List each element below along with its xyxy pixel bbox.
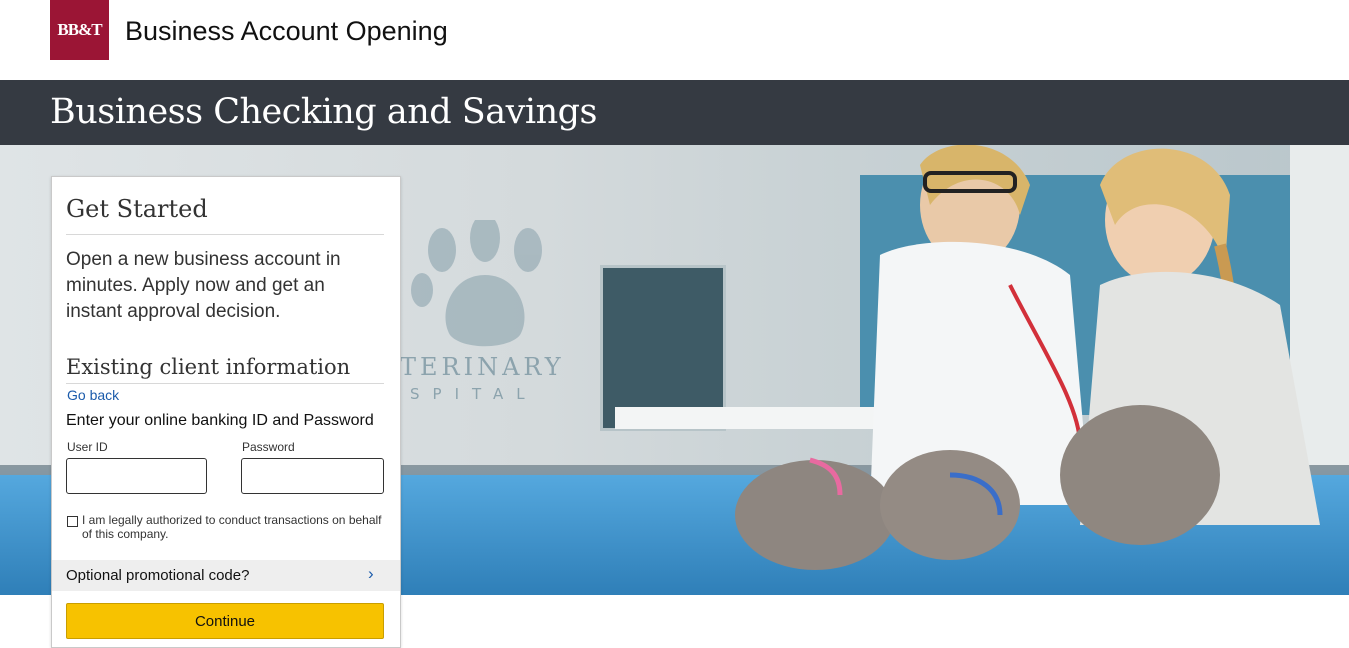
authorization-label[interactable]: I am legally authorized to conduct trans… <box>82 513 382 541</box>
section-divider <box>66 383 384 384</box>
bbt-logo[interactable]: BB&T <box>50 0 109 60</box>
promo-code-label: Optional promotional code? <box>66 567 250 584</box>
page-title: Business Checking and Savings <box>50 92 598 132</box>
hospital-sign-subtext: SPITAL <box>410 385 538 403</box>
password-label: Password <box>242 440 295 454</box>
login-instructions: Enter your online banking ID and Passwor… <box>66 412 374 429</box>
continue-button[interactable]: Continue <box>66 603 384 639</box>
paw-print-icon <box>411 220 542 347</box>
app-title: Business Account Opening <box>125 16 448 46</box>
user-id-input[interactable] <box>66 458 207 494</box>
card-title: Get Started <box>66 195 208 223</box>
top-header: BB&T Business Account Opening <box>0 0 1349 80</box>
card-description: Open a new business account in minutes. … <box>66 249 341 322</box>
card-divider <box>66 234 384 235</box>
chevron-right-icon: › <box>368 564 374 583</box>
vet-and-puppies-photo <box>735 145 1320 570</box>
password-input[interactable] <box>241 458 384 494</box>
user-id-label: User ID <box>67 440 108 454</box>
page-banner: Business Checking and Savings <box>0 80 1349 145</box>
logo-text: BB&T <box>57 20 102 39</box>
get-started-card: Get Started Open a new business account … <box>51 176 401 648</box>
hospital-sign-text: TERINARY <box>400 353 565 381</box>
go-back-link[interactable]: Go back <box>67 387 119 403</box>
promo-code-toggle[interactable]: Optional promotional code? › <box>52 560 400 591</box>
authorization-checkbox[interactable] <box>67 516 78 527</box>
existing-client-heading: Existing client information <box>66 355 351 379</box>
